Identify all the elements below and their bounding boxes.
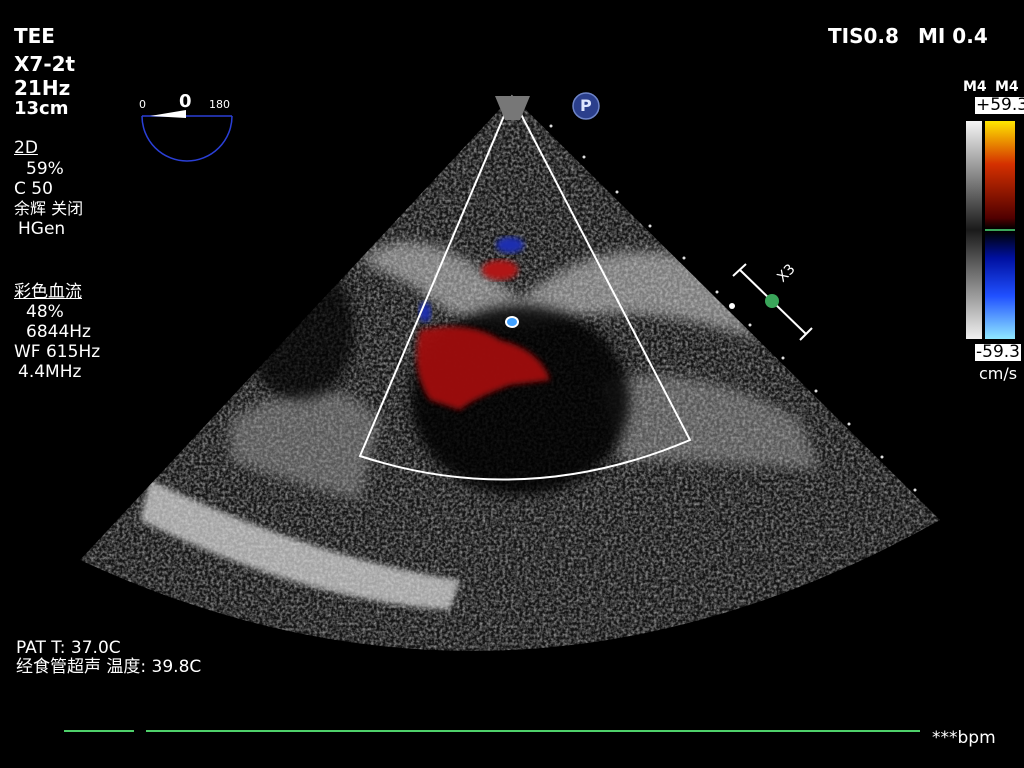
- color-bar-negative: [985, 231, 1015, 339]
- color-flow-gain: 48%: [26, 302, 64, 322]
- color-scale-unit: cm/s: [979, 364, 1018, 383]
- color-flow-wall-filter: WF 615Hz: [14, 342, 101, 362]
- imaging-2d-persistence: 余辉 关闭: [14, 199, 84, 218]
- color-flow-title: 彩色血流: [14, 282, 82, 302]
- patient-temperature: PAT T: 37.0C: [16, 638, 121, 658]
- color-map-right-label: M4: [995, 79, 1019, 95]
- probe-mode: TEE: [14, 24, 55, 48]
- frame-rate: 21Hz: [14, 76, 71, 100]
- probe-temperature: 经食管超声 温度: 39.8C: [16, 657, 202, 677]
- angle-max: 180: [209, 98, 230, 111]
- mi-index: MI 0.4: [918, 24, 988, 48]
- probe-marker-label: P: [580, 96, 592, 115]
- imaging-2d-gain: 59%: [26, 159, 64, 179]
- tis-index: TIS0.8: [828, 24, 899, 48]
- color-bar-positive: [985, 121, 1015, 229]
- angle-indicator: [141, 110, 233, 162]
- depth: 13cm: [14, 98, 69, 119]
- heart-rate: ***bpm: [932, 728, 996, 748]
- color-map-left-label: M4: [963, 79, 987, 95]
- imaging-2d-compress: C 50: [14, 179, 53, 199]
- color-flow-frequency: 4.4MHz: [18, 362, 82, 382]
- color-scale-max: +59.3: [975, 97, 1024, 114]
- imaging-2d-title: 2D: [14, 138, 38, 158]
- ecg-trace-segment-1: [64, 730, 134, 732]
- ecg-trace-segment-2: [146, 730, 920, 732]
- color-flow-prf: 6844Hz: [26, 322, 91, 342]
- grayscale-bar: [966, 121, 982, 339]
- transducer-name: X7-2t: [14, 52, 76, 76]
- angle-current: 0: [179, 91, 192, 112]
- imaging-2d-frequency: HGen: [18, 219, 66, 239]
- ultrasound-image: [80, 92, 940, 651]
- color-scale-min: -59.3: [975, 342, 1021, 362]
- angle-min: 0: [139, 98, 146, 111]
